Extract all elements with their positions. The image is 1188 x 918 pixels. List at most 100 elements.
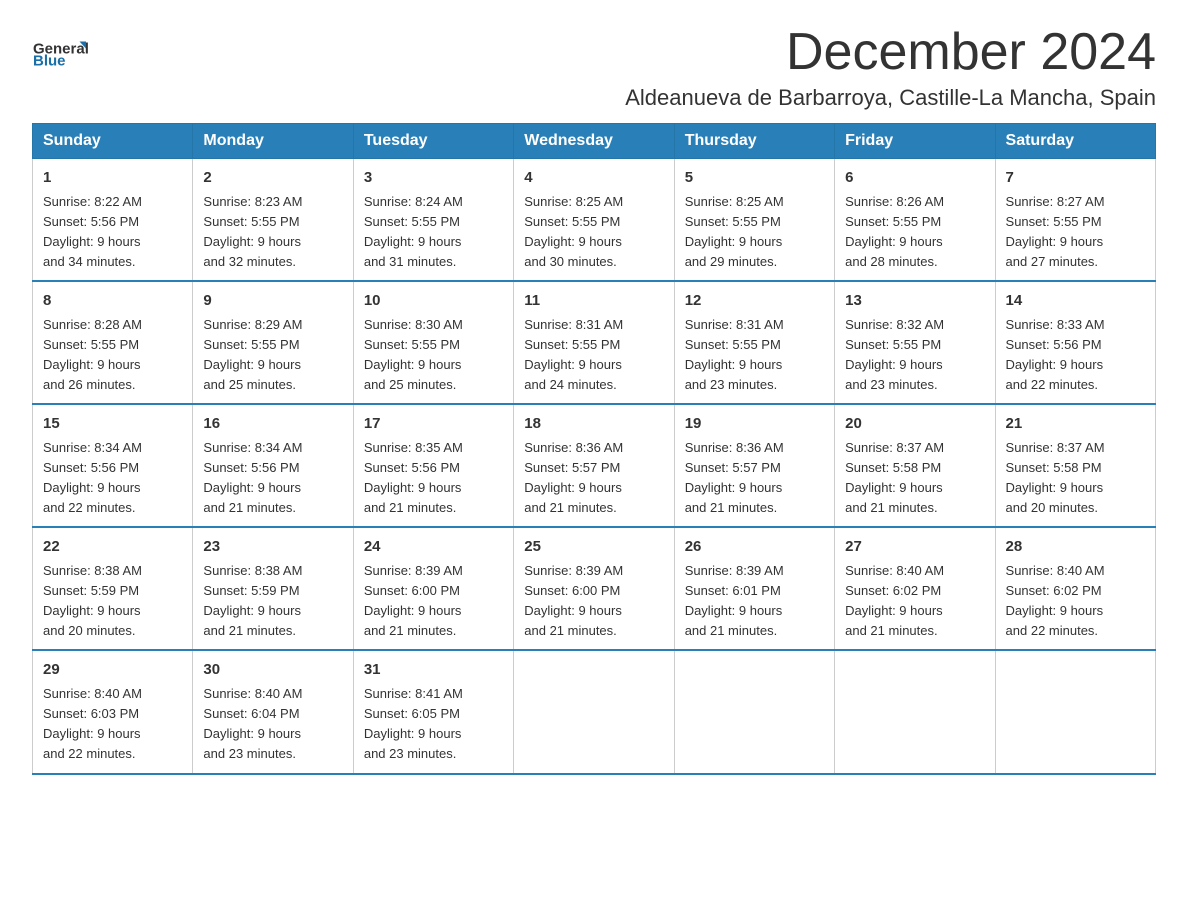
calendar-cell: 7Sunrise: 8:27 AMSunset: 5:55 PMDaylight… xyxy=(995,159,1155,282)
month-title: December 2024 xyxy=(625,24,1156,81)
calendar-cell xyxy=(674,650,834,773)
day-info: Sunrise: 8:29 AMSunset: 5:55 PMDaylight:… xyxy=(203,315,342,396)
day-number: 5 xyxy=(685,167,824,190)
day-info: Sunrise: 8:40 AMSunset: 6:04 PMDaylight:… xyxy=(203,684,342,765)
weekday-header-row: SundayMondayTuesdayWednesdayThursdayFrid… xyxy=(33,124,1156,159)
calendar-cell: 25Sunrise: 8:39 AMSunset: 6:00 PMDayligh… xyxy=(514,527,674,650)
calendar-cell: 16Sunrise: 8:34 AMSunset: 5:56 PMDayligh… xyxy=(193,404,353,527)
logo: General Blue xyxy=(32,24,92,79)
weekday-header-thursday: Thursday xyxy=(674,124,834,159)
day-info: Sunrise: 8:30 AMSunset: 5:55 PMDaylight:… xyxy=(364,315,503,396)
calendar-cell: 19Sunrise: 8:36 AMSunset: 5:57 PMDayligh… xyxy=(674,404,834,527)
day-info: Sunrise: 8:31 AMSunset: 5:55 PMDaylight:… xyxy=(524,315,663,396)
day-info: Sunrise: 8:40 AMSunset: 6:02 PMDaylight:… xyxy=(845,561,984,642)
day-number: 16 xyxy=(203,413,342,436)
svg-text:Blue: Blue xyxy=(33,53,66,70)
day-number: 21 xyxy=(1006,413,1145,436)
calendar-cell: 29Sunrise: 8:40 AMSunset: 6:03 PMDayligh… xyxy=(33,650,193,773)
weekday-header-friday: Friday xyxy=(835,124,995,159)
day-number: 24 xyxy=(364,536,503,559)
day-number: 12 xyxy=(685,290,824,313)
calendar-week-row: 8Sunrise: 8:28 AMSunset: 5:55 PMDaylight… xyxy=(33,281,1156,404)
calendar-cell: 6Sunrise: 8:26 AMSunset: 5:55 PMDaylight… xyxy=(835,159,995,282)
day-number: 18 xyxy=(524,413,663,436)
calendar-cell: 3Sunrise: 8:24 AMSunset: 5:55 PMDaylight… xyxy=(353,159,513,282)
calendar-cell: 1Sunrise: 8:22 AMSunset: 5:56 PMDaylight… xyxy=(33,159,193,282)
day-number: 15 xyxy=(43,413,182,436)
day-info: Sunrise: 8:23 AMSunset: 5:55 PMDaylight:… xyxy=(203,192,342,273)
day-info: Sunrise: 8:36 AMSunset: 5:57 PMDaylight:… xyxy=(685,438,824,519)
weekday-header-monday: Monday xyxy=(193,124,353,159)
day-info: Sunrise: 8:39 AMSunset: 6:00 PMDaylight:… xyxy=(524,561,663,642)
calendar-cell: 4Sunrise: 8:25 AMSunset: 5:55 PMDaylight… xyxy=(514,159,674,282)
calendar-week-row: 22Sunrise: 8:38 AMSunset: 5:59 PMDayligh… xyxy=(33,527,1156,650)
day-number: 4 xyxy=(524,167,663,190)
logo-svg: General Blue xyxy=(32,24,92,79)
day-info: Sunrise: 8:31 AMSunset: 5:55 PMDaylight:… xyxy=(685,315,824,396)
calendar-cell: 14Sunrise: 8:33 AMSunset: 5:56 PMDayligh… xyxy=(995,281,1155,404)
calendar-cell: 24Sunrise: 8:39 AMSunset: 6:00 PMDayligh… xyxy=(353,527,513,650)
calendar-cell xyxy=(995,650,1155,773)
calendar-cell: 21Sunrise: 8:37 AMSunset: 5:58 PMDayligh… xyxy=(995,404,1155,527)
calendar-cell: 9Sunrise: 8:29 AMSunset: 5:55 PMDaylight… xyxy=(193,281,353,404)
day-number: 13 xyxy=(845,290,984,313)
calendar-table: SundayMondayTuesdayWednesdayThursdayFrid… xyxy=(32,123,1156,774)
calendar-cell: 13Sunrise: 8:32 AMSunset: 5:55 PMDayligh… xyxy=(835,281,995,404)
day-number: 19 xyxy=(685,413,824,436)
calendar-cell: 20Sunrise: 8:37 AMSunset: 5:58 PMDayligh… xyxy=(835,404,995,527)
calendar-week-row: 1Sunrise: 8:22 AMSunset: 5:56 PMDaylight… xyxy=(33,159,1156,282)
day-info: Sunrise: 8:39 AMSunset: 6:00 PMDaylight:… xyxy=(364,561,503,642)
day-info: Sunrise: 8:33 AMSunset: 5:56 PMDaylight:… xyxy=(1006,315,1145,396)
day-info: Sunrise: 8:37 AMSunset: 5:58 PMDaylight:… xyxy=(845,438,984,519)
calendar-cell: 31Sunrise: 8:41 AMSunset: 6:05 PMDayligh… xyxy=(353,650,513,773)
day-info: Sunrise: 8:25 AMSunset: 5:55 PMDaylight:… xyxy=(685,192,824,273)
calendar-cell: 22Sunrise: 8:38 AMSunset: 5:59 PMDayligh… xyxy=(33,527,193,650)
calendar-cell: 10Sunrise: 8:30 AMSunset: 5:55 PMDayligh… xyxy=(353,281,513,404)
day-info: Sunrise: 8:41 AMSunset: 6:05 PMDaylight:… xyxy=(364,684,503,765)
day-number: 11 xyxy=(524,290,663,313)
calendar-cell: 17Sunrise: 8:35 AMSunset: 5:56 PMDayligh… xyxy=(353,404,513,527)
page-header: General Blue December 2024 Aldeanueva de… xyxy=(32,24,1156,111)
calendar-cell: 11Sunrise: 8:31 AMSunset: 5:55 PMDayligh… xyxy=(514,281,674,404)
calendar-week-row: 29Sunrise: 8:40 AMSunset: 6:03 PMDayligh… xyxy=(33,650,1156,773)
weekday-header-saturday: Saturday xyxy=(995,124,1155,159)
day-number: 28 xyxy=(1006,536,1145,559)
day-number: 17 xyxy=(364,413,503,436)
day-number: 27 xyxy=(845,536,984,559)
day-number: 14 xyxy=(1006,290,1145,313)
day-number: 1 xyxy=(43,167,182,190)
day-info: Sunrise: 8:40 AMSunset: 6:03 PMDaylight:… xyxy=(43,684,182,765)
day-info: Sunrise: 8:32 AMSunset: 5:55 PMDaylight:… xyxy=(845,315,984,396)
calendar-cell: 15Sunrise: 8:34 AMSunset: 5:56 PMDayligh… xyxy=(33,404,193,527)
calendar-cell: 23Sunrise: 8:38 AMSunset: 5:59 PMDayligh… xyxy=(193,527,353,650)
day-info: Sunrise: 8:28 AMSunset: 5:55 PMDaylight:… xyxy=(43,315,182,396)
calendar-cell: 27Sunrise: 8:40 AMSunset: 6:02 PMDayligh… xyxy=(835,527,995,650)
day-number: 30 xyxy=(203,659,342,682)
day-number: 25 xyxy=(524,536,663,559)
day-number: 7 xyxy=(1006,167,1145,190)
day-number: 9 xyxy=(203,290,342,313)
calendar-body: 1Sunrise: 8:22 AMSunset: 5:56 PMDaylight… xyxy=(33,159,1156,774)
calendar-cell xyxy=(835,650,995,773)
calendar-cell: 18Sunrise: 8:36 AMSunset: 5:57 PMDayligh… xyxy=(514,404,674,527)
weekday-header-sunday: Sunday xyxy=(33,124,193,159)
calendar-cell xyxy=(514,650,674,773)
day-number: 10 xyxy=(364,290,503,313)
day-number: 29 xyxy=(43,659,182,682)
day-number: 6 xyxy=(845,167,984,190)
day-info: Sunrise: 8:34 AMSunset: 5:56 PMDaylight:… xyxy=(43,438,182,519)
day-number: 23 xyxy=(203,536,342,559)
weekday-header-tuesday: Tuesday xyxy=(353,124,513,159)
day-number: 31 xyxy=(364,659,503,682)
day-info: Sunrise: 8:39 AMSunset: 6:01 PMDaylight:… xyxy=(685,561,824,642)
day-info: Sunrise: 8:36 AMSunset: 5:57 PMDaylight:… xyxy=(524,438,663,519)
weekday-header-wednesday: Wednesday xyxy=(514,124,674,159)
day-info: Sunrise: 8:25 AMSunset: 5:55 PMDaylight:… xyxy=(524,192,663,273)
calendar-cell: 26Sunrise: 8:39 AMSunset: 6:01 PMDayligh… xyxy=(674,527,834,650)
day-info: Sunrise: 8:24 AMSunset: 5:55 PMDaylight:… xyxy=(364,192,503,273)
location-title: Aldeanueva de Barbarroya, Castille-La Ma… xyxy=(625,85,1156,111)
calendar-header: SundayMondayTuesdayWednesdayThursdayFrid… xyxy=(33,124,1156,159)
day-info: Sunrise: 8:35 AMSunset: 5:56 PMDaylight:… xyxy=(364,438,503,519)
day-info: Sunrise: 8:22 AMSunset: 5:56 PMDaylight:… xyxy=(43,192,182,273)
day-number: 22 xyxy=(43,536,182,559)
